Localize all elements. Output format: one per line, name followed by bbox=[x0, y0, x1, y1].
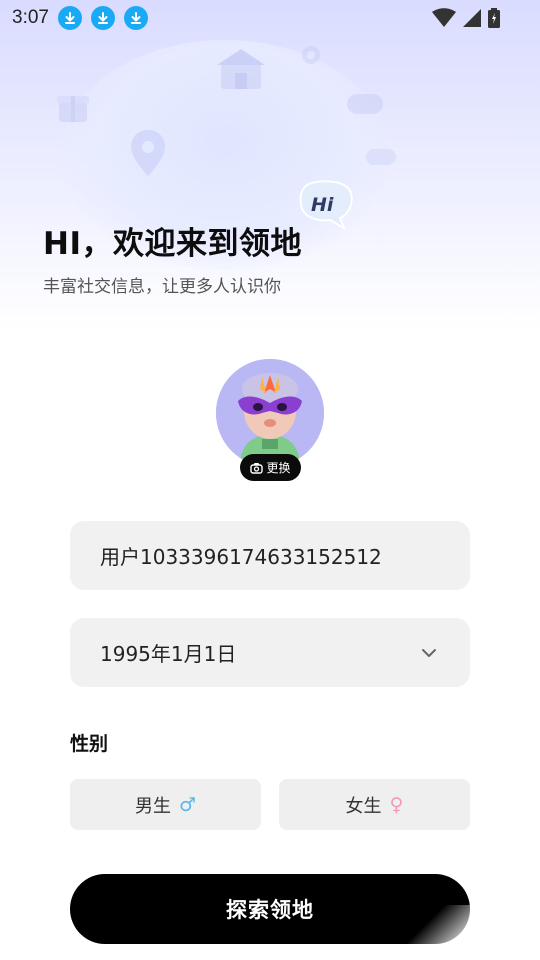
page-title: HI，欢迎来到领地 bbox=[43, 226, 302, 262]
camera-icon bbox=[250, 462, 264, 474]
explore-button-label: 探索领地 bbox=[226, 898, 314, 922]
gender-label: 性别 bbox=[70, 733, 109, 755]
house-icon bbox=[217, 49, 265, 89]
gift-icon bbox=[57, 96, 89, 122]
avatar-image bbox=[216, 359, 324, 467]
change-avatar-button[interactable]: 更换 bbox=[240, 454, 301, 481]
chat-bubble-icon bbox=[347, 94, 383, 114]
avatar[interactable] bbox=[216, 359, 324, 467]
status-bar: 3:07 bbox=[0, 0, 540, 36]
status-icons bbox=[432, 8, 500, 28]
male-icon: ♂ bbox=[178, 793, 197, 816]
birthday-value: 1995年1月1日 bbox=[100, 642, 237, 666]
location-pin-icon bbox=[131, 130, 165, 176]
username-field[interactable]: 用户1033396174633152512 bbox=[70, 521, 470, 590]
change-avatar-label: 更换 bbox=[266, 461, 291, 475]
gender-female-label: 女生 bbox=[345, 795, 382, 817]
gear-icon bbox=[302, 46, 320, 64]
female-icon: ♀ bbox=[389, 793, 404, 816]
gesture-hint bbox=[380, 905, 540, 960]
chevron-down-icon bbox=[422, 649, 436, 657]
gender-male-button[interactable]: 男生 ♂ bbox=[70, 779, 261, 830]
page-subtitle: 丰富社交信息，让更多人认识你 bbox=[43, 277, 281, 297]
chat-bubble-icon bbox=[366, 149, 396, 165]
download-icon bbox=[123, 6, 148, 30]
battery-icon bbox=[488, 8, 500, 28]
hi-bubble-text: Hi bbox=[311, 194, 334, 216]
username-value: 用户1033396174633152512 bbox=[100, 545, 382, 569]
birthday-select[interactable]: 1995年1月1日 bbox=[70, 618, 470, 687]
download-icon bbox=[57, 6, 82, 30]
hi-bubble-icon: Hi bbox=[299, 180, 353, 230]
gender-female-button[interactable]: 女生 ♀ bbox=[279, 779, 470, 830]
download-icon bbox=[90, 6, 115, 30]
status-time: 3:07 bbox=[12, 7, 49, 28]
gender-male-label: 男生 bbox=[134, 795, 171, 817]
wifi-icon bbox=[432, 8, 456, 27]
signal-icon bbox=[463, 9, 481, 27]
